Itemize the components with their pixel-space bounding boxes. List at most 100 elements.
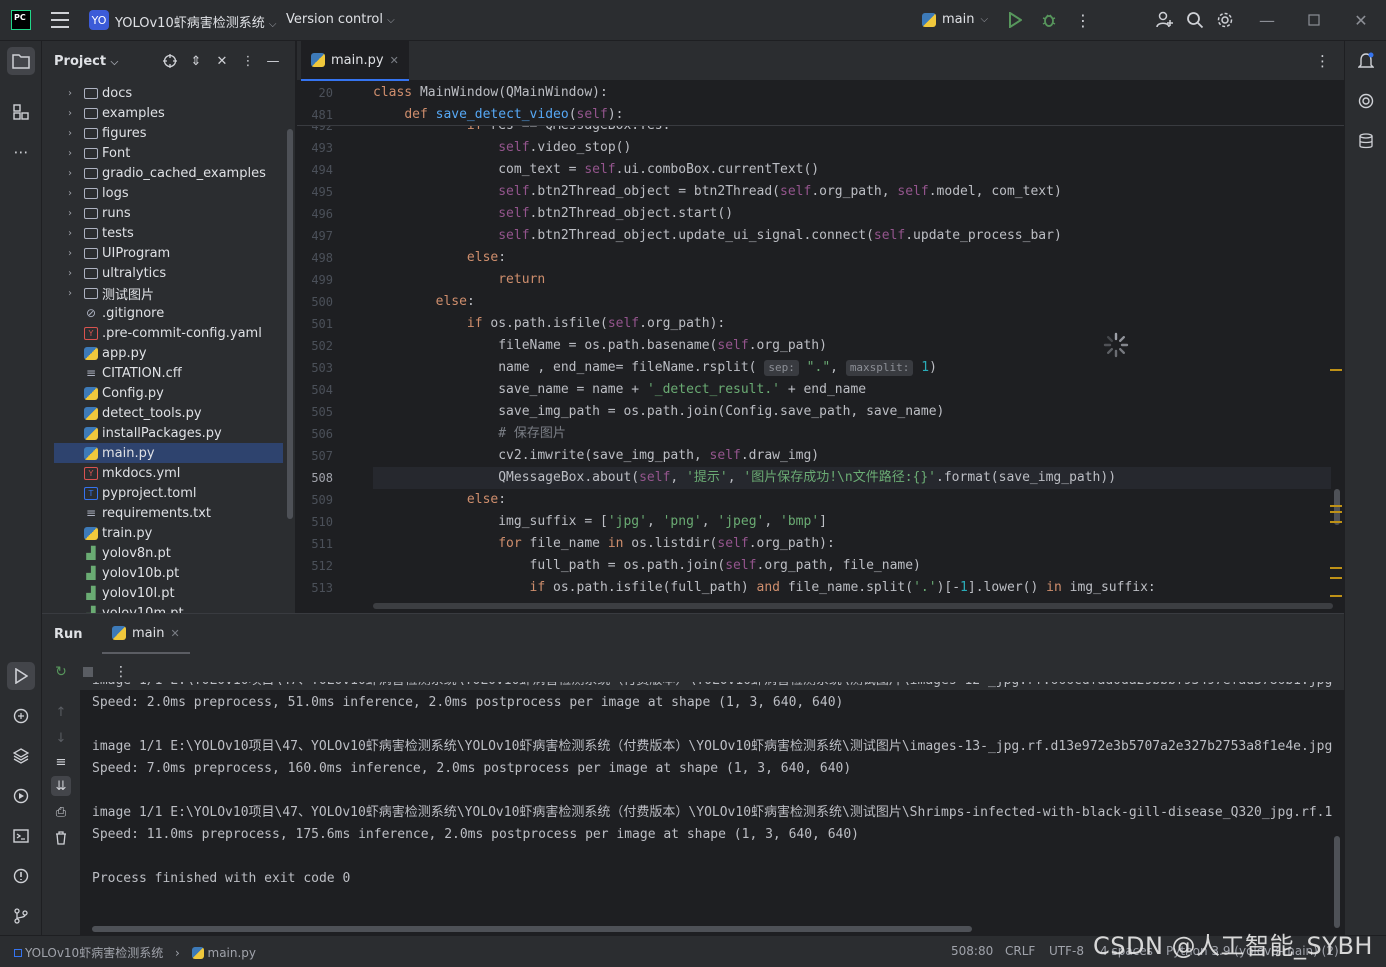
caret-position[interactable]: 508:80 — [951, 944, 993, 958]
project-badge[interactable]: YO — [89, 10, 109, 30]
sticky-code-line[interactable]: def save_detect_video(self): — [373, 104, 1373, 126]
tree-file[interactable]: ›Config.py — [54, 383, 283, 403]
git-branch-icon[interactable] — [7, 902, 35, 930]
print-icon[interactable]: ⎙ — [51, 802, 71, 822]
rerun-icon[interactable]: ↻ — [52, 663, 70, 681]
breadcrumb-project[interactable]: YOLOv10虾病害检测系统 — [25, 946, 163, 960]
tree-file[interactable]: ›Tpyproject.toml — [54, 483, 283, 503]
breadcrumb-file[interactable]: main.py — [208, 946, 257, 960]
chevron-right-icon[interactable]: › — [62, 228, 78, 239]
run-configuration-selector[interactable]: main ⌵ — [922, 12, 988, 27]
tree-file[interactable]: ›detect_tools.py — [54, 403, 283, 423]
code-line[interactable]: QMessageBox.about(self, '提示', '图片保存成功!\n… — [373, 467, 1331, 489]
tree-file[interactable]: ›main.py — [54, 443, 283, 463]
code-line[interactable]: self.video_stop() — [373, 137, 1331, 159]
tree-file[interactable]: ›▟yolov8n.pt — [54, 543, 283, 563]
chevron-right-icon[interactable]: › — [62, 288, 78, 299]
tree-folder[interactable]: › logs — [54, 183, 283, 203]
warning-marker[interactable] — [1330, 567, 1342, 569]
database-icon[interactable] — [1352, 127, 1380, 155]
main-menu-button[interactable] — [51, 12, 69, 28]
tree-file[interactable]: ›▟yolov10b.pt — [54, 563, 283, 583]
code-line[interactable]: fileName = os.path.basename(self.org_pat… — [373, 335, 1331, 357]
code-line[interactable]: com_text = self.ui.comboBox.currentText(… — [373, 159, 1331, 181]
tree-file[interactable]: ›train.py — [54, 523, 283, 543]
console-horizontal-scrollbar[interactable] — [92, 926, 972, 932]
close-tab-icon[interactable]: ✕ — [390, 54, 399, 67]
tree-folder[interactable]: › figures — [54, 123, 283, 143]
chevron-right-icon[interactable]: › — [62, 188, 78, 199]
settings-gear-icon[interactable] — [1213, 8, 1237, 32]
code-line[interactable]: return — [373, 269, 1331, 291]
run-tool-icon[interactable] — [7, 662, 35, 690]
warning-marker[interactable] — [1330, 505, 1342, 507]
collapse-all-icon[interactable]: ✕ — [213, 52, 231, 70]
soft-wrap-icon[interactable]: ≡ — [51, 752, 71, 772]
tree-file[interactable]: ›≡requirements.txt — [54, 503, 283, 523]
chevron-right-icon[interactable]: › — [62, 268, 78, 279]
chevron-right-icon[interactable]: › — [62, 128, 78, 139]
project-selector[interactable]: YOLOv10虾病害检测系统 ⌵ — [115, 12, 276, 31]
code-line[interactable]: for file_name in os.listdir(self.org_pat… — [373, 533, 1331, 555]
run-icon[interactable] — [1003, 8, 1027, 32]
trash-icon[interactable] — [51, 828, 71, 848]
close-window-icon[interactable]: ✕ — [1349, 8, 1373, 32]
terminal-icon[interactable] — [7, 822, 35, 850]
python-packages-icon[interactable] — [7, 742, 35, 770]
code-line[interactable]: else: — [373, 291, 1331, 313]
maximize-icon[interactable] — [1302, 8, 1326, 32]
search-icon[interactable] — [1183, 8, 1207, 32]
notifications-bell-icon[interactable] — [1352, 47, 1380, 75]
chevron-right-icon[interactable]: › — [62, 108, 78, 119]
project-folder-icon[interactable] — [7, 47, 35, 75]
console-scrollbar[interactable] — [1334, 836, 1340, 928]
line-ending[interactable]: CRLF — [1005, 944, 1035, 958]
minimize-icon[interactable]: — — [1255, 8, 1279, 32]
tab-main-py[interactable]: main.py ✕ — [301, 41, 409, 81]
tree-folder[interactable]: › docs — [54, 83, 283, 103]
warning-marker[interactable] — [1330, 595, 1342, 597]
file-encoding[interactable]: UTF-8 — [1049, 944, 1084, 958]
chevron-right-icon[interactable]: › — [62, 208, 78, 219]
chevron-right-icon[interactable]: › — [62, 88, 78, 99]
tree-file[interactable]: ›≡CITATION.cff — [54, 363, 283, 383]
warning-marker[interactable] — [1330, 521, 1342, 523]
code-line[interactable]: full_path = os.path.join(self.org_path, … — [373, 555, 1331, 577]
sticky-code-line[interactable]: class MainWindow(QMainWindow): — [373, 82, 1373, 104]
project-panel-title[interactable]: Project ⌵ — [54, 54, 118, 69]
editor-horizontal-scrollbar[interactable] — [373, 603, 1333, 609]
warning-marker[interactable] — [1330, 369, 1342, 371]
hide-panel-icon[interactable]: — — [264, 52, 282, 70]
up-arrow-icon[interactable]: ↑ — [51, 702, 71, 722]
tree-file[interactable]: ›Y.pre-commit-config.yaml — [54, 323, 283, 343]
code-line[interactable]: img_suffix = ['jpg', 'png', 'jpeg', 'bmp… — [373, 511, 1331, 533]
more-actions-icon[interactable]: ⋮ — [1071, 8, 1095, 32]
code-line[interactable]: name , end_name= fileName.rsplit( sep: "… — [373, 357, 1331, 379]
editor-scrollbar[interactable] — [1334, 489, 1340, 525]
locate-file-icon[interactable] — [161, 52, 179, 70]
code-line[interactable]: cv2.imwrite(save_img_path, self.draw_img… — [373, 445, 1331, 467]
stop-icon[interactable] — [79, 663, 97, 681]
python-console-icon[interactable] — [7, 702, 35, 730]
tree-file[interactable]: ›▟yolov10m.pt — [54, 603, 283, 614]
chevron-right-icon[interactable]: › — [62, 148, 78, 159]
code-line[interactable]: # 保存图片 — [373, 423, 1331, 445]
add-user-icon[interactable] — [1153, 8, 1177, 32]
tree-file[interactable]: ›app.py — [54, 343, 283, 363]
problems-icon[interactable] — [7, 862, 35, 890]
close-tab-icon[interactable]: ✕ — [170, 627, 179, 640]
warning-marker[interactable] — [1330, 511, 1342, 513]
tree-folder[interactable]: › 测试图片 — [54, 283, 283, 303]
code-line[interactable]: if os.path.isfile(self.org_path): — [373, 313, 1331, 335]
tree-file[interactable]: ›⊘.gitignore — [54, 303, 283, 323]
code-line[interactable]: self.btn2Thread_object = btn2Thread(self… — [373, 181, 1331, 203]
tree-folder[interactable]: › Font — [54, 143, 283, 163]
expand-all-icon[interactable]: ⇕ — [187, 52, 205, 70]
code-line[interactable]: save_name = name + '_detect_result.' + e… — [373, 379, 1331, 401]
warning-marker[interactable] — [1330, 577, 1342, 579]
tree-folder[interactable]: › examples — [54, 103, 283, 123]
more-tools-icon[interactable]: ⋯ — [7, 138, 35, 166]
more-options-icon[interactable]: ⋮ — [112, 663, 130, 681]
project-tree-scrollbar[interactable] — [287, 129, 293, 519]
code-line[interactable]: self.btn2Thread_object.update_ui_signal.… — [373, 225, 1331, 247]
